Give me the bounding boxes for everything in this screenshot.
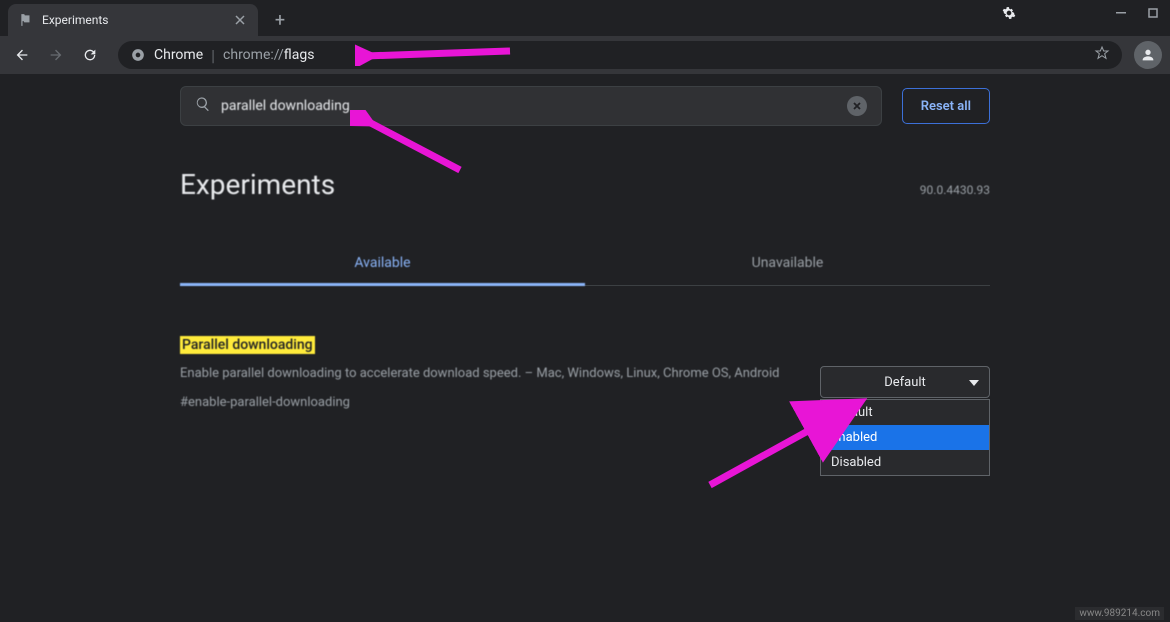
tab-title: Experiments [42,13,224,27]
maximize-icon[interactable] [1146,6,1160,20]
tab-available[interactable]: Available [180,243,585,286]
window-controls [1002,6,1160,20]
tab-strip: Experiments + [0,0,1170,36]
page-title: Experiments [180,168,335,201]
reload-button[interactable] [76,41,104,69]
flag-title: Parallel downloading [180,336,315,354]
search-row: Reset all [180,86,990,126]
chrome-product-icon [130,47,146,63]
chrome-version: 90.0.4430.93 [920,183,990,197]
dropdown-option[interactable]: Enabled [821,425,989,450]
search-icon [195,96,211,116]
flag-hash: #enable-parallel-downloading [180,395,790,410]
address-bar[interactable]: Chrome | chrome://flags [118,41,1122,69]
minimize-icon[interactable] [1114,6,1128,20]
forward-button[interactable] [42,41,70,69]
flag-item: Parallel downloading Enable parallel dow… [180,334,990,410]
flag-description: Enable parallel downloading to accelerat… [180,364,790,385]
flag-page-icon [18,12,34,28]
dropdown-option[interactable]: Disabled [821,450,989,475]
dropdown-selected[interactable]: Default [820,366,990,398]
page-content: Reset all Experiments 90.0.4430.93 Avail… [0,74,1170,622]
browser-tab[interactable]: Experiments [8,4,258,36]
clear-search-icon[interactable] [847,96,867,116]
profile-button[interactable] [1134,41,1162,69]
reset-all-button[interactable]: Reset all [902,88,990,124]
bookmark-star-icon[interactable] [1094,45,1110,65]
dropdown-option[interactable]: Default [821,400,989,425]
watermark: www.989214.com [1075,607,1164,620]
tab-unavailable[interactable]: Unavailable [585,243,990,285]
address-url: chrome://flags [223,47,314,63]
flag-dropdown[interactable]: Default DefaultEnabledDisabled [820,366,990,398]
settings-icon[interactable] [1002,6,1016,20]
back-button[interactable] [8,41,36,69]
close-icon[interactable] [232,12,248,28]
toolbar: Chrome | chrome://flags [0,36,1170,74]
dropdown-list: DefaultEnabledDisabled [820,399,990,476]
chevron-down-icon [969,375,979,390]
new-tab-button[interactable]: + [266,6,294,34]
flags-tabs: Available Unavailable [180,243,990,286]
search-input[interactable] [221,98,837,114]
search-box[interactable] [180,86,882,126]
address-divider: | [211,46,215,65]
address-label: Chrome [154,47,203,63]
